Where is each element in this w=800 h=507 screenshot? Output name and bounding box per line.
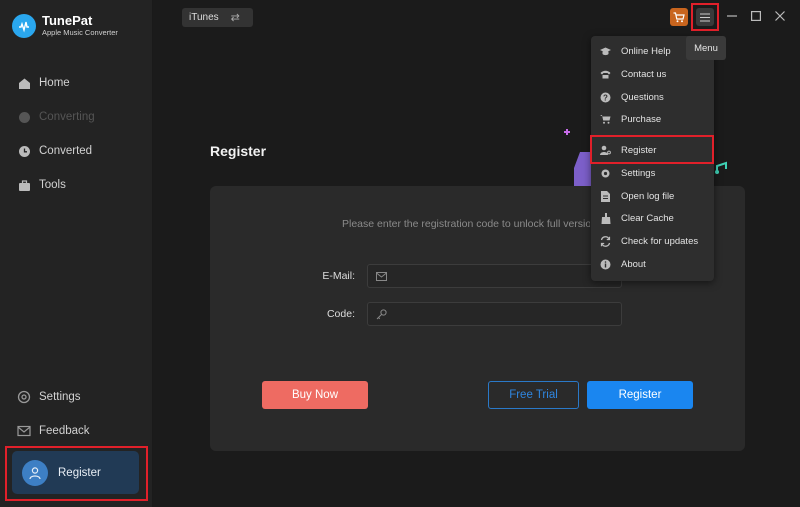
maximize-button[interactable] bbox=[749, 9, 763, 23]
menu-item-label: Check for updates bbox=[621, 235, 699, 247]
cart-icon bbox=[600, 114, 611, 125]
cart-button[interactable] bbox=[670, 8, 688, 26]
sidebar-item-feedback[interactable]: Feedback bbox=[0, 414, 152, 448]
graduation-cap-icon bbox=[600, 46, 611, 57]
svg-text:?: ? bbox=[603, 93, 608, 102]
email-field[interactable] bbox=[367, 264, 622, 288]
gear-icon bbox=[600, 168, 611, 179]
app-subtitle: Apple Music Converter bbox=[42, 28, 118, 37]
menu-item-open-log-file[interactable]: Open log file bbox=[591, 185, 714, 207]
menu-button[interactable] bbox=[696, 8, 714, 26]
source-switch[interactable]: iTunes ⇄ bbox=[182, 8, 253, 27]
sidebar-item-home[interactable]: Home bbox=[0, 66, 152, 100]
free-trial-button[interactable]: Free Trial bbox=[488, 381, 579, 409]
menu-item-about[interactable]: About bbox=[591, 253, 714, 275]
email-label: E-Mail: bbox=[322, 270, 355, 282]
sidebar-item-settings[interactable]: Settings bbox=[0, 380, 152, 414]
sidebar-nav: Home Converting Converted Tools bbox=[0, 66, 152, 202]
key-icon bbox=[376, 308, 387, 319]
email-input[interactable] bbox=[395, 270, 605, 282]
question-icon: ? bbox=[600, 92, 611, 103]
close-icon bbox=[775, 11, 785, 21]
phone-icon bbox=[600, 69, 611, 80]
minimize-button[interactable] bbox=[725, 9, 739, 23]
menu-item-settings[interactable]: Settings bbox=[591, 162, 714, 184]
tunepat-logo-icon bbox=[12, 14, 36, 38]
sidebar: TunePat Apple Music Converter Home Conve… bbox=[0, 0, 153, 507]
sidebar-item-label: Converted bbox=[39, 145, 93, 157]
menu-item-label: About bbox=[621, 258, 646, 270]
cart-icon bbox=[673, 11, 685, 22]
home-icon bbox=[17, 76, 31, 90]
register-button[interactable]: Register bbox=[587, 381, 693, 409]
menu-tooltip: Menu bbox=[686, 36, 726, 60]
converting-icon bbox=[17, 110, 31, 124]
maximize-icon bbox=[751, 11, 761, 21]
menu-item-label: Purchase bbox=[621, 113, 662, 125]
sidebar-register-button[interactable]: Register bbox=[12, 451, 139, 494]
code-label: Code: bbox=[326, 308, 355, 320]
sidebar-item-converted[interactable]: Converted bbox=[0, 134, 152, 168]
menu-item-label: Online Help bbox=[621, 45, 671, 57]
user-avatar-icon bbox=[22, 459, 48, 486]
minimize-icon bbox=[727, 15, 737, 17]
sidebar-item-label: Home bbox=[39, 77, 70, 89]
code-field[interactable] bbox=[367, 302, 622, 326]
file-icon bbox=[600, 190, 611, 202]
mail-icon bbox=[17, 424, 31, 438]
clock-icon bbox=[17, 144, 31, 158]
refresh-icon bbox=[600, 235, 611, 247]
menu-item-label: Questions bbox=[621, 91, 664, 103]
menu-item-label: Clear Cache bbox=[621, 212, 674, 224]
swap-icon: ⇄ bbox=[230, 12, 240, 24]
menu-item-label: Open log file bbox=[621, 190, 675, 202]
hamburger-icon bbox=[700, 12, 710, 22]
app-name: TunePat bbox=[42, 13, 93, 28]
sidebar-item-label: Converting bbox=[39, 111, 95, 123]
sidebar-item-tools[interactable]: Tools bbox=[0, 168, 152, 202]
toolbox-icon bbox=[17, 178, 31, 192]
sidebar-item-label: Feedback bbox=[39, 425, 90, 437]
menu-item-purchase[interactable]: Purchase bbox=[591, 108, 714, 130]
music-note-icon bbox=[715, 161, 727, 174]
sidebar-item-converting[interactable]: Converting bbox=[0, 100, 152, 134]
sidebar-register-label: Register bbox=[58, 466, 101, 479]
close-button[interactable] bbox=[773, 9, 787, 23]
sidebar-item-label: Settings bbox=[39, 391, 81, 403]
gear-icon bbox=[17, 390, 31, 404]
code-input[interactable] bbox=[395, 308, 605, 320]
menu-item-register[interactable]: Register bbox=[591, 139, 714, 161]
register-message: Please enter the registration code to un… bbox=[342, 218, 590, 230]
buy-now-button[interactable]: Buy Now bbox=[262, 381, 368, 409]
menu-item-check-updates[interactable]: Check for updates bbox=[591, 230, 714, 252]
page-title: Register bbox=[210, 143, 267, 159]
brand: TunePat Apple Music Converter bbox=[12, 14, 118, 38]
sidebar-bottom: Settings Feedback bbox=[0, 380, 152, 448]
source-label: iTunes bbox=[189, 12, 219, 23]
envelope-icon bbox=[376, 271, 387, 281]
menu-item-label: Register bbox=[621, 144, 657, 156]
menu-item-questions[interactable]: ? Questions bbox=[591, 86, 714, 108]
menu-item-clear-cache[interactable]: Clear Cache bbox=[591, 207, 714, 229]
menu-item-label: Contact us bbox=[621, 68, 667, 80]
user-key-icon bbox=[600, 145, 611, 156]
menu-item-label: Settings bbox=[621, 167, 656, 179]
main-menu-dropdown: Online Help Contact us ? Questions Purch… bbox=[591, 36, 714, 281]
sidebar-item-label: Tools bbox=[39, 179, 66, 191]
app-window: TunePat Apple Music Converter Home Conve… bbox=[0, 0, 800, 507]
menu-item-contact-us[interactable]: Contact us bbox=[591, 63, 714, 85]
info-icon bbox=[600, 259, 611, 270]
broom-icon bbox=[600, 212, 611, 224]
